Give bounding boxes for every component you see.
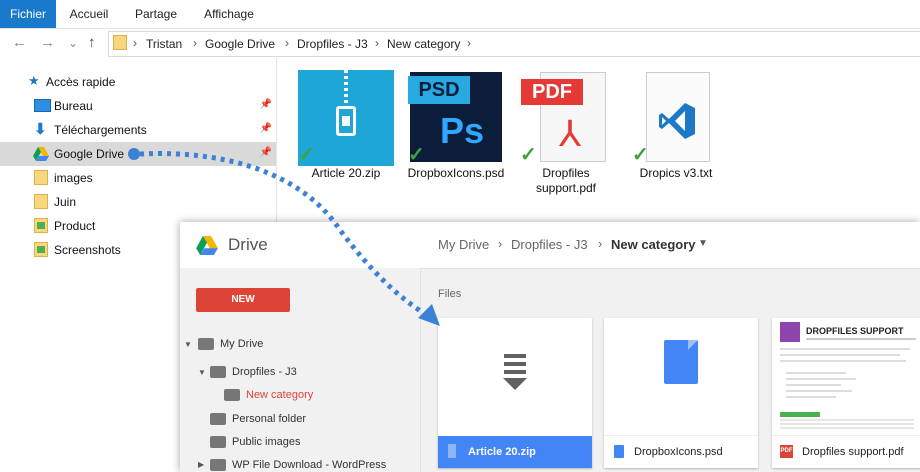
drag-arrow <box>128 148 440 326</box>
